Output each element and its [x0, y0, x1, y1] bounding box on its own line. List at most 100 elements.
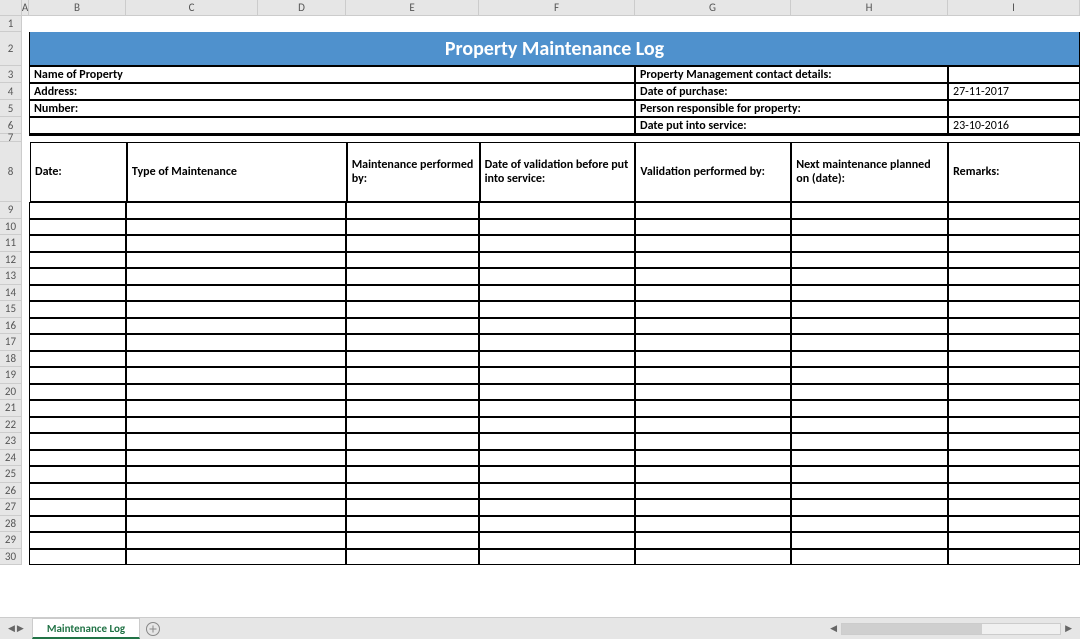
- scroll-right-icon[interactable]: ▶: [1065, 623, 1072, 634]
- table-cell[interactable]: [479, 285, 635, 302]
- table-cell[interactable]: [635, 417, 791, 434]
- table-cell[interactable]: [29, 483, 126, 500]
- table-cell[interactable]: [948, 351, 1080, 368]
- table-cell[interactable]: [29, 318, 126, 335]
- meta-right-value-cell[interactable]: 27-11-2017: [948, 83, 1080, 100]
- table-cell[interactable]: [791, 433, 948, 450]
- row-header[interactable]: 29: [0, 532, 22, 549]
- table-cell[interactable]: [29, 235, 126, 252]
- table-cell[interactable]: [29, 351, 126, 368]
- table-cell[interactable]: [479, 351, 635, 368]
- row-header[interactable]: 8: [0, 142, 22, 202]
- table-cell[interactable]: [346, 516, 479, 533]
- table-cell[interactable]: [29, 285, 126, 302]
- table-cell[interactable]: [791, 417, 948, 434]
- table-cell[interactable]: [479, 367, 635, 384]
- table-cell[interactable]: [948, 235, 1080, 252]
- table-cell[interactable]: [29, 367, 126, 384]
- table-cell[interactable]: [126, 466, 346, 483]
- add-sheet-button[interactable]: [140, 618, 166, 639]
- meta-right-label-cell[interactable]: Person responsible for property:: [635, 100, 948, 117]
- row-header[interactable]: 30: [0, 549, 22, 566]
- log-header-cell[interactable]: Remarks:: [948, 142, 1080, 202]
- column-header[interactable]: C: [126, 0, 258, 15]
- table-cell[interactable]: [635, 499, 791, 516]
- row-header[interactable]: 25: [0, 466, 22, 483]
- table-cell[interactable]: [126, 549, 346, 566]
- row-header[interactable]: 12: [0, 252, 22, 269]
- meta-right-value-cell[interactable]: [948, 100, 1080, 117]
- table-cell[interactable]: [126, 384, 346, 401]
- table-cell[interactable]: [126, 433, 346, 450]
- table-cell[interactable]: [635, 516, 791, 533]
- sheet-tab-active[interactable]: Maintenance Log: [32, 618, 140, 639]
- table-cell[interactable]: [635, 400, 791, 417]
- table-cell[interactable]: [29, 219, 126, 236]
- table-cell[interactable]: [791, 252, 948, 269]
- table-cell[interactable]: [791, 351, 948, 368]
- column-header[interactable]: A: [22, 0, 29, 15]
- table-cell[interactable]: [791, 285, 948, 302]
- column-header[interactable]: D: [258, 0, 346, 15]
- table-cell[interactable]: [346, 334, 479, 351]
- table-cell[interactable]: [479, 334, 635, 351]
- table-cell[interactable]: [635, 285, 791, 302]
- row-header[interactable]: 24: [0, 450, 22, 467]
- table-cell[interactable]: [346, 483, 479, 500]
- column-header[interactable]: E: [346, 0, 479, 15]
- table-cell[interactable]: [29, 301, 126, 318]
- table-cell[interactable]: [346, 202, 479, 219]
- table-cell[interactable]: [29, 384, 126, 401]
- table-cell[interactable]: [479, 549, 635, 566]
- table-cell[interactable]: [126, 318, 346, 335]
- table-cell[interactable]: [479, 466, 635, 483]
- row-header[interactable]: 7: [0, 134, 22, 142]
- table-cell[interactable]: [791, 532, 948, 549]
- table-cell[interactable]: [126, 367, 346, 384]
- tab-nav-next-icon[interactable]: ▶: [17, 623, 24, 634]
- horizontal-scrollbar[interactable]: ◀ ▶: [822, 618, 1080, 639]
- table-cell[interactable]: [635, 367, 791, 384]
- table-cell[interactable]: [635, 268, 791, 285]
- table-cell[interactable]: [479, 219, 635, 236]
- column-header[interactable]: G: [635, 0, 791, 15]
- row-header[interactable]: 21: [0, 400, 22, 417]
- table-cell[interactable]: [948, 516, 1080, 533]
- table-cell[interactable]: [791, 367, 948, 384]
- table-cell[interactable]: [126, 351, 346, 368]
- row-header[interactable]: 11: [0, 235, 22, 252]
- table-cell[interactable]: [29, 499, 126, 516]
- table-cell[interactable]: [126, 268, 346, 285]
- scroll-thumb[interactable]: [842, 624, 982, 634]
- table-cell[interactable]: [635, 351, 791, 368]
- table-cell[interactable]: [948, 549, 1080, 566]
- table-cell[interactable]: [635, 433, 791, 450]
- meta-right-label-cell[interactable]: Property Management contact details:: [635, 66, 948, 83]
- table-cell[interactable]: [948, 466, 1080, 483]
- table-cell[interactable]: [635, 450, 791, 467]
- table-cell[interactable]: [479, 516, 635, 533]
- table-cell[interactable]: [791, 384, 948, 401]
- row-header[interactable]: 10: [0, 219, 22, 236]
- row-header[interactable]: 20: [0, 384, 22, 401]
- meta-right-value-cell[interactable]: 23-10-2016: [948, 117, 1080, 134]
- table-cell[interactable]: [479, 318, 635, 335]
- table-cell[interactable]: [948, 450, 1080, 467]
- log-header-cell[interactable]: Maintenance performed by:: [347, 142, 480, 202]
- table-cell[interactable]: [29, 400, 126, 417]
- table-cell[interactable]: [346, 367, 479, 384]
- table-cell[interactable]: [29, 433, 126, 450]
- row-header[interactable]: 18: [0, 351, 22, 368]
- select-all-corner[interactable]: [0, 0, 22, 16]
- table-cell[interactable]: [948, 268, 1080, 285]
- table-cell[interactable]: [948, 433, 1080, 450]
- meta-left-cell[interactable]: Address:: [29, 83, 635, 100]
- table-cell[interactable]: [948, 417, 1080, 434]
- table-cell[interactable]: [791, 202, 948, 219]
- table-cell[interactable]: [635, 384, 791, 401]
- log-header-cell[interactable]: Type of Maintenance: [127, 142, 347, 202]
- table-cell[interactable]: [791, 483, 948, 500]
- table-cell[interactable]: [126, 417, 346, 434]
- table-cell[interactable]: [479, 483, 635, 500]
- row-header[interactable]: 23: [0, 433, 22, 450]
